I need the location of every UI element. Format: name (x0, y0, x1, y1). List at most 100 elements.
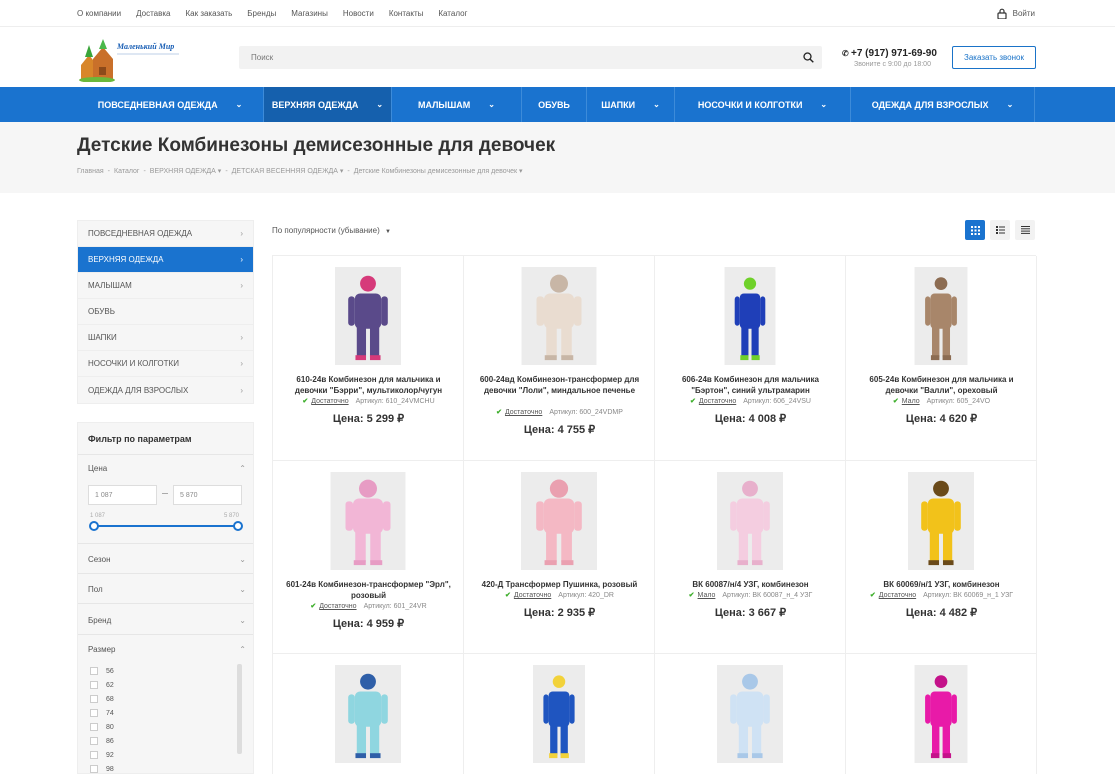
breadcrumb-link[interactable]: ВЕРХНЯЯ ОДЕЖДА ▾ (150, 168, 222, 175)
breadcrumb-link[interactable]: Каталог (114, 168, 139, 175)
product-image[interactable] (908, 472, 974, 570)
size-option[interactable]: 68 (90, 692, 114, 706)
breadcrumb-link[interactable]: Детские Комбинезоны демисезонные для дев… (354, 168, 523, 175)
top-nav-link[interactable]: Доставка (136, 9, 170, 18)
product-image[interactable] (914, 267, 968, 365)
callback-button[interactable]: Заказать звонок (952, 46, 1036, 69)
main-nav-item[interactable]: НОСОЧКИ И КОЛГОТКИ ⌄ (675, 87, 851, 122)
top-nav-link[interactable]: Магазины (291, 9, 328, 18)
product-card[interactable] (464, 654, 655, 774)
breadcrumb-link[interactable]: ДЕТСКАЯ ВЕСЕННЯЯ ОДЕЖДА ▾ (232, 168, 344, 175)
main-nav-item[interactable]: МАЛЫШАМ ⌄ (392, 87, 522, 122)
product-image[interactable] (717, 472, 783, 570)
product-card[interactable]: ВК 60087/н/4 УЗГ, комбинезон ✔ Мало Артикул… (655, 461, 846, 654)
size-list-scrollbar[interactable] (237, 664, 242, 754)
filter-price-header[interactable]: Цена ⌃ (88, 464, 246, 473)
product-name[interactable]: 605-24в Комбинезон для мальчика и девочк… (856, 374, 1027, 396)
price-slider-track[interactable] (94, 525, 238, 527)
main-nav-item[interactable]: ВЕРХНЯЯ ОДЕЖДА ⌄ (264, 87, 392, 122)
product-image[interactable] (521, 472, 597, 570)
main-nav-item[interactable]: ШАПКИ ⌄ (587, 87, 675, 122)
size-option[interactable]: 98 (90, 762, 114, 774)
grid-view-button[interactable] (965, 220, 985, 240)
top-nav-link[interactable]: Бренды (247, 9, 276, 18)
product-image[interactable] (335, 665, 401, 763)
product-stock: ✔ Мало Артикул: 605_24VO (846, 397, 1037, 405)
product-card[interactable]: ВК 60069/н/1 УЗГ, комбинезон ✔ Достаточно А… (846, 461, 1037, 654)
checkbox[interactable] (90, 737, 98, 745)
sidebar-item[interactable]: ОДЕЖДА ДЛЯ ВЗРОСЛЫХ › (78, 377, 253, 403)
product-card[interactable]: 600-24вд Комбинезон-трансформер для дево… (464, 256, 655, 461)
search-input[interactable]: Поиск (239, 46, 822, 69)
price-slider-min-handle[interactable] (89, 521, 99, 531)
price-max-input[interactable]: 5 870 (173, 485, 242, 505)
filter-gender-header[interactable]: Пол ⌄ (88, 585, 246, 594)
product-name[interactable]: ВК 60069/н/1 УЗГ, комбинезон (856, 579, 1027, 590)
top-nav-link[interactable]: Каталог (438, 9, 467, 18)
list-view-button[interactable] (990, 220, 1010, 240)
breadcrumb-link[interactable]: Главная (77, 168, 104, 175)
size-option[interactable]: 80 (90, 720, 114, 734)
sidebar-item[interactable]: ОБУВЬ (78, 299, 253, 325)
checkbox[interactable] (90, 751, 98, 759)
phone-number[interactable]: ✆ +7 (917) 971-69-90 (842, 48, 937, 59)
checkbox[interactable] (90, 695, 98, 703)
size-option[interactable]: 62 (90, 678, 114, 692)
main-nav-item[interactable]: ОБУВЬ (522, 87, 587, 122)
product-card[interactable]: 610-24в Комбинезон для мальчика и девочк… (273, 256, 464, 461)
sort-dropdown[interactable]: По популярности (убывание) ▼ (272, 226, 391, 235)
filter-season-header[interactable]: Сезон ⌄ (88, 555, 246, 564)
product-image[interactable] (717, 665, 783, 763)
product-card[interactable] (655, 654, 846, 774)
checkbox[interactable] (90, 681, 98, 689)
table-view-button[interactable] (1015, 220, 1035, 240)
product-name[interactable]: 420-Д Трансформер Пушинка, розовый (474, 579, 645, 590)
sidebar-item[interactable]: НОСОЧКИ И КОЛГОТКИ › (78, 351, 253, 377)
sidebar-item[interactable]: ПОВСЕДНЕВНАЯ ОДЕЖДА › (78, 221, 253, 247)
product-name[interactable]: 606-24в Комбинезон для мальчика "Бэртон"… (665, 374, 836, 396)
login-link[interactable]: Войти (997, 8, 1035, 19)
top-nav-link[interactable]: О компании (77, 9, 121, 18)
filter-size-header[interactable]: Размер ⌃ (88, 645, 246, 654)
top-nav-link[interactable]: Новости (343, 9, 374, 18)
site-logo[interactable]: Маленький Мир (79, 37, 187, 82)
checkbox[interactable] (90, 723, 98, 731)
product-name[interactable]: 600-24вд Комбинезон-трансформер для дево… (474, 374, 645, 396)
product-image[interactable] (521, 267, 597, 365)
top-nav-link[interactable]: Как заказать (185, 9, 232, 18)
product-card[interactable]: 601-24в Комбинезон-трансформер "Эрл", ро… (273, 461, 464, 654)
product-card[interactable]: 606-24в Комбинезон для мальчика "Бэртон"… (655, 256, 846, 461)
search-icon[interactable] (803, 52, 814, 63)
product-name[interactable]: 610-24в Комбинезон для мальчика и девочк… (283, 374, 454, 396)
product-card[interactable] (846, 654, 1037, 774)
size-option[interactable]: 56 (90, 664, 114, 678)
filter-brand-header[interactable]: Бренд ⌄ (88, 616, 246, 625)
product-image[interactable] (914, 665, 968, 763)
product-card[interactable]: 605-24в Комбинезон для мальчика и девочк… (846, 256, 1037, 461)
product-card[interactable] (273, 654, 464, 774)
price-min-input[interactable]: 1 087 (88, 485, 157, 505)
product-image[interactable] (724, 267, 776, 365)
size-option[interactable]: 92 (90, 748, 114, 762)
sidebar-item[interactable]: ШАПКИ › (78, 325, 253, 351)
checkbox[interactable] (90, 667, 98, 675)
size-option[interactable]: 86 (90, 734, 114, 748)
size-option[interactable]: 74 (90, 706, 114, 720)
main-nav-item[interactable]: ПОВСЕДНЕВНАЯ ОДЕЖДА ⌄ (77, 87, 264, 122)
main-nav-item[interactable]: ОДЕЖДА ДЛЯ ВЗРОСЛЫХ ⌄ (851, 87, 1035, 122)
top-nav-link[interactable]: Контакты (389, 9, 424, 18)
product-image[interactable] (533, 665, 585, 763)
price-slider-max-handle[interactable] (233, 521, 243, 531)
sidebar-item[interactable]: МАЛЫШАМ › (78, 273, 253, 299)
product-image[interactable] (335, 267, 401, 365)
checkbox[interactable] (90, 709, 98, 717)
login-label: Войти (1012, 9, 1035, 18)
product-name[interactable]: 601-24в Комбинезон-трансформер "Эрл", ро… (283, 579, 454, 601)
product-name[interactable]: ВК 60087/н/4 УЗГ, комбинезон (665, 579, 836, 590)
product-price: Цена: 2 935 ₽ (523, 607, 596, 619)
main-nav-label: ВЕРХНЯЯ ОДЕЖДА (271, 99, 359, 110)
product-image[interactable] (330, 472, 406, 570)
sidebar-item[interactable]: ВЕРХНЯЯ ОДЕЖДА › (78, 247, 253, 273)
product-card[interactable]: 420-Д Трансформер Пушинка, розовый ✔ Доста… (464, 461, 655, 654)
checkbox[interactable] (90, 765, 98, 773)
